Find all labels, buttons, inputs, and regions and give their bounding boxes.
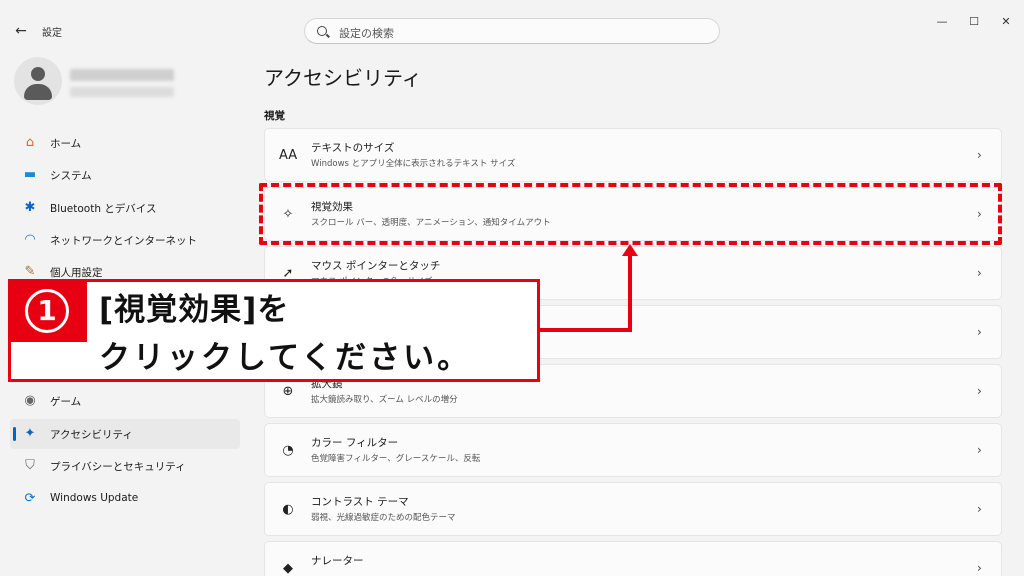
sidebar-item[interactable]: ⛉ プライバシーとセキュリティ (10, 451, 240, 481)
bluetooth-icon: ✱ (24, 200, 36, 215)
close-button[interactable]: ✕ (998, 14, 1014, 30)
instruction-line-2: クリックしてください。 (99, 340, 472, 376)
text-size-icon: AA (279, 148, 298, 163)
personalization-icon: ✎ (24, 264, 36, 279)
magnifier-icon: ⊕ (282, 384, 294, 399)
user-email (70, 87, 174, 97)
card-subtitle: Windows とアプリ全体に表示されるテキスト サイズ (311, 159, 516, 169)
search-placeholder: 設定の検索 (339, 27, 394, 40)
windows-update-icon: ⟳ (24, 491, 36, 506)
card-title: マウス ポインターとタッチ (311, 260, 441, 272)
instruction-line-1: [視覚効果]を (99, 292, 290, 328)
chevron-right-icon: › (977, 502, 982, 516)
app-title: 設定 (42, 28, 62, 39)
chevron-right-icon: › (977, 266, 982, 280)
narrator-icon: ◆ (283, 561, 293, 576)
sidebar-item[interactable]: ◠ ネットワークとインターネット (10, 225, 240, 255)
minimize-button[interactable]: — (934, 14, 950, 30)
settings-card[interactable]: ◔ カラー フィルター色覚障害フィルター、グレースケール、反転 › (264, 423, 1002, 477)
network-icon: ◠ (24, 232, 36, 247)
chevron-right-icon: › (977, 443, 982, 457)
sidebar-item-label: プライバシーとセキュリティ (50, 461, 186, 473)
privacy-shield-icon: ⛉ (25, 458, 35, 473)
sidebar-item-label: 個人用設定 (50, 267, 103, 279)
search-input[interactable]: 設定の検索 (304, 18, 720, 44)
instruction-callout: 1 [視覚効果]を クリックしてください。 (8, 279, 540, 382)
settings-card[interactable]: ◐ コントラスト テーマ弱視、光線過敏症のための配色テーマ › (264, 482, 1002, 536)
sidebar-item-label: システム (50, 170, 92, 182)
contrast-theme-icon: ◐ (282, 502, 294, 517)
arrow-head-icon (622, 244, 638, 256)
sidebar-item-label: ネットワークとインターネット (50, 235, 197, 247)
page-title: アクセシビリティ (264, 66, 422, 90)
sidebar-item-label: アクセシビリティ (50, 429, 133, 441)
chevron-right-icon: › (977, 148, 982, 162)
accessibility-icon: ✦ (24, 426, 36, 441)
sidebar-item[interactable]: ◉ ゲーム (10, 386, 240, 416)
card-title: コントラスト テーマ (311, 496, 409, 508)
sidebar-item-label: ホーム (50, 138, 82, 150)
card-subtitle: 色覚障害フィルター、グレースケール、反転 (311, 454, 481, 464)
color-filter-icon: ◔ (282, 443, 294, 458)
sidebar-item[interactable]: ⟳ Windows Update (10, 484, 240, 514)
sidebar-item-label: ゲーム (50, 396, 82, 408)
user-name (70, 69, 174, 81)
sidebar-item[interactable]: ⌂ ホーム (10, 128, 240, 158)
maximize-button[interactable]: ☐ (966, 14, 982, 30)
settings-card[interactable]: AA テキストのサイズ Windows とアプリ全体に表示されるテキスト サイズ › (264, 128, 1002, 182)
selection-indicator (13, 427, 16, 441)
back-arrow-icon[interactable]: ← (12, 22, 30, 40)
search-icon (317, 26, 327, 36)
chevron-right-icon: › (977, 325, 982, 339)
system-icon: ▬ (23, 167, 37, 182)
card-title: テキストのサイズ (311, 142, 395, 154)
card-title: ナレーター (311, 555, 364, 567)
card-subtitle: 拡大鏡読み取り、ズーム レベルの増分 (311, 395, 458, 405)
sidebar-item[interactable]: ✦ アクセシビリティ (10, 419, 240, 449)
avatar[interactable] (14, 57, 62, 105)
step-badge: 1 (11, 282, 87, 342)
callout-connector (628, 252, 632, 332)
callout-connector-horizontal (536, 328, 632, 332)
settings-card[interactable]: ◆ ナレーター › (264, 541, 1002, 576)
step-number: 1 (25, 289, 69, 333)
highlight-box (259, 183, 1002, 245)
sidebar-item[interactable]: ✱ Bluetooth とデバイス (10, 193, 240, 223)
sidebar-item-label: Bluetooth とデバイス (50, 203, 157, 215)
gaming-icon: ◉ (24, 393, 36, 408)
title-bar: ← 設定 設定の検索 — ☐ ✕ (0, 0, 1024, 60)
home-icon: ⌂ (25, 135, 35, 150)
chevron-right-icon: › (977, 561, 982, 575)
chevron-right-icon: › (977, 384, 982, 398)
section-label: 視覚 (264, 110, 285, 122)
card-title: カラー フィルター (311, 437, 399, 449)
sidebar-item[interactable]: ▬ システム (10, 160, 240, 190)
card-subtitle: 弱視、光線過敏症のための配色テーマ (311, 513, 456, 523)
sidebar-item-label: Windows Update (50, 492, 139, 504)
